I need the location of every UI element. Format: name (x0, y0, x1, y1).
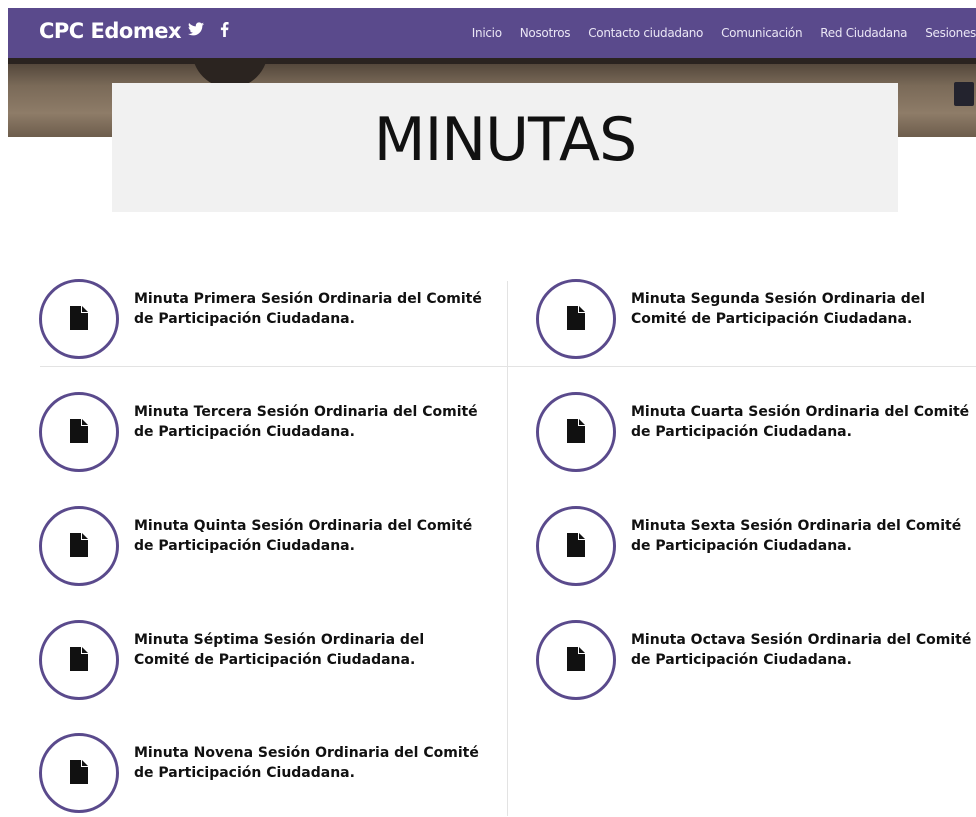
top-navbar: CPC Edomex Inicio Nosotros Contacto ciud… (8, 8, 976, 58)
page-title: MINUTAS (373, 105, 637, 175)
minuta-link[interactable]: Minuta Séptima Sesión Ordinaria del Comi… (134, 630, 484, 670)
minuta-link[interactable]: Minuta Primera Sesión Ordinaria del Comi… (134, 289, 484, 329)
minuta-link[interactable]: Minuta Segunda Sesión Ordinaria del Comi… (631, 289, 976, 329)
minuta-link[interactable]: Minuta Cuarta Sesión Ordinaria del Comit… (631, 402, 976, 442)
document-icon[interactable] (536, 279, 616, 359)
column-divider (507, 281, 508, 816)
nav-nosotros[interactable]: Nosotros (520, 26, 571, 40)
document-icon[interactable] (536, 392, 616, 472)
document-icon[interactable] (39, 506, 119, 586)
minuta-item[interactable]: Minuta Primera Sesión Ordinaria del Comi… (39, 279, 482, 363)
minuta-link[interactable]: Minuta Sexta Sesión Ordinaria del Comité… (631, 516, 976, 556)
facebook-icon[interactable] (220, 22, 229, 37)
page-title-box: MINUTAS (112, 83, 898, 212)
minuta-item[interactable]: Minuta Novena Sesión Ordinaria del Comit… (39, 733, 479, 817)
document-icon[interactable] (536, 506, 616, 586)
minuta-link[interactable]: Minuta Tercera Sesión Ordinaria del Comi… (134, 402, 484, 442)
nav-contacto-ciudadano[interactable]: Contacto ciudadano (588, 26, 703, 40)
minuta-link[interactable]: Minuta Novena Sesión Ordinaria del Comit… (134, 743, 484, 783)
minuta-item[interactable]: Minuta Segunda Sesión Ordinaria del Comi… (536, 279, 976, 363)
twitter-icon[interactable] (188, 22, 204, 36)
nav-red-ciudadana[interactable]: Red Ciudadana (820, 26, 907, 40)
minuta-item[interactable]: Minuta Sexta Sesión Ordinaria del Comité… (536, 506, 976, 590)
row-divider (40, 366, 976, 367)
document-icon[interactable] (39, 392, 119, 472)
minuta-item[interactable]: Minuta Octava Sesión Ordinaria del Comit… (536, 620, 976, 704)
document-icon[interactable] (39, 279, 119, 359)
minuta-item[interactable]: Minuta Tercera Sesión Ordinaria del Comi… (39, 392, 479, 476)
hero-edge (8, 58, 976, 64)
nav-comunicacion[interactable]: Comunicación (721, 26, 802, 40)
main-nav: Inicio Nosotros Contacto ciudadano Comun… (454, 8, 976, 58)
minuta-link[interactable]: Minuta Octava Sesión Ordinaria del Comit… (631, 630, 976, 670)
nav-sesiones[interactable]: Sesiones (925, 26, 976, 40)
minuta-item[interactable]: Minuta Séptima Sesión Ordinaria del Comi… (39, 620, 479, 704)
minuta-link[interactable]: Minuta Quinta Sesión Ordinaria del Comit… (134, 516, 484, 556)
minuta-item[interactable]: Minuta Quinta Sesión Ordinaria del Comit… (39, 506, 479, 590)
nav-inicio[interactable]: Inicio (472, 26, 502, 40)
site-brand[interactable]: CPC Edomex (39, 19, 182, 43)
minuta-item[interactable]: Minuta Cuarta Sesión Ordinaria del Comit… (536, 392, 976, 476)
document-icon[interactable] (39, 620, 119, 700)
document-icon[interactable] (39, 733, 119, 813)
hero-device (954, 82, 974, 106)
document-icon[interactable] (536, 620, 616, 700)
